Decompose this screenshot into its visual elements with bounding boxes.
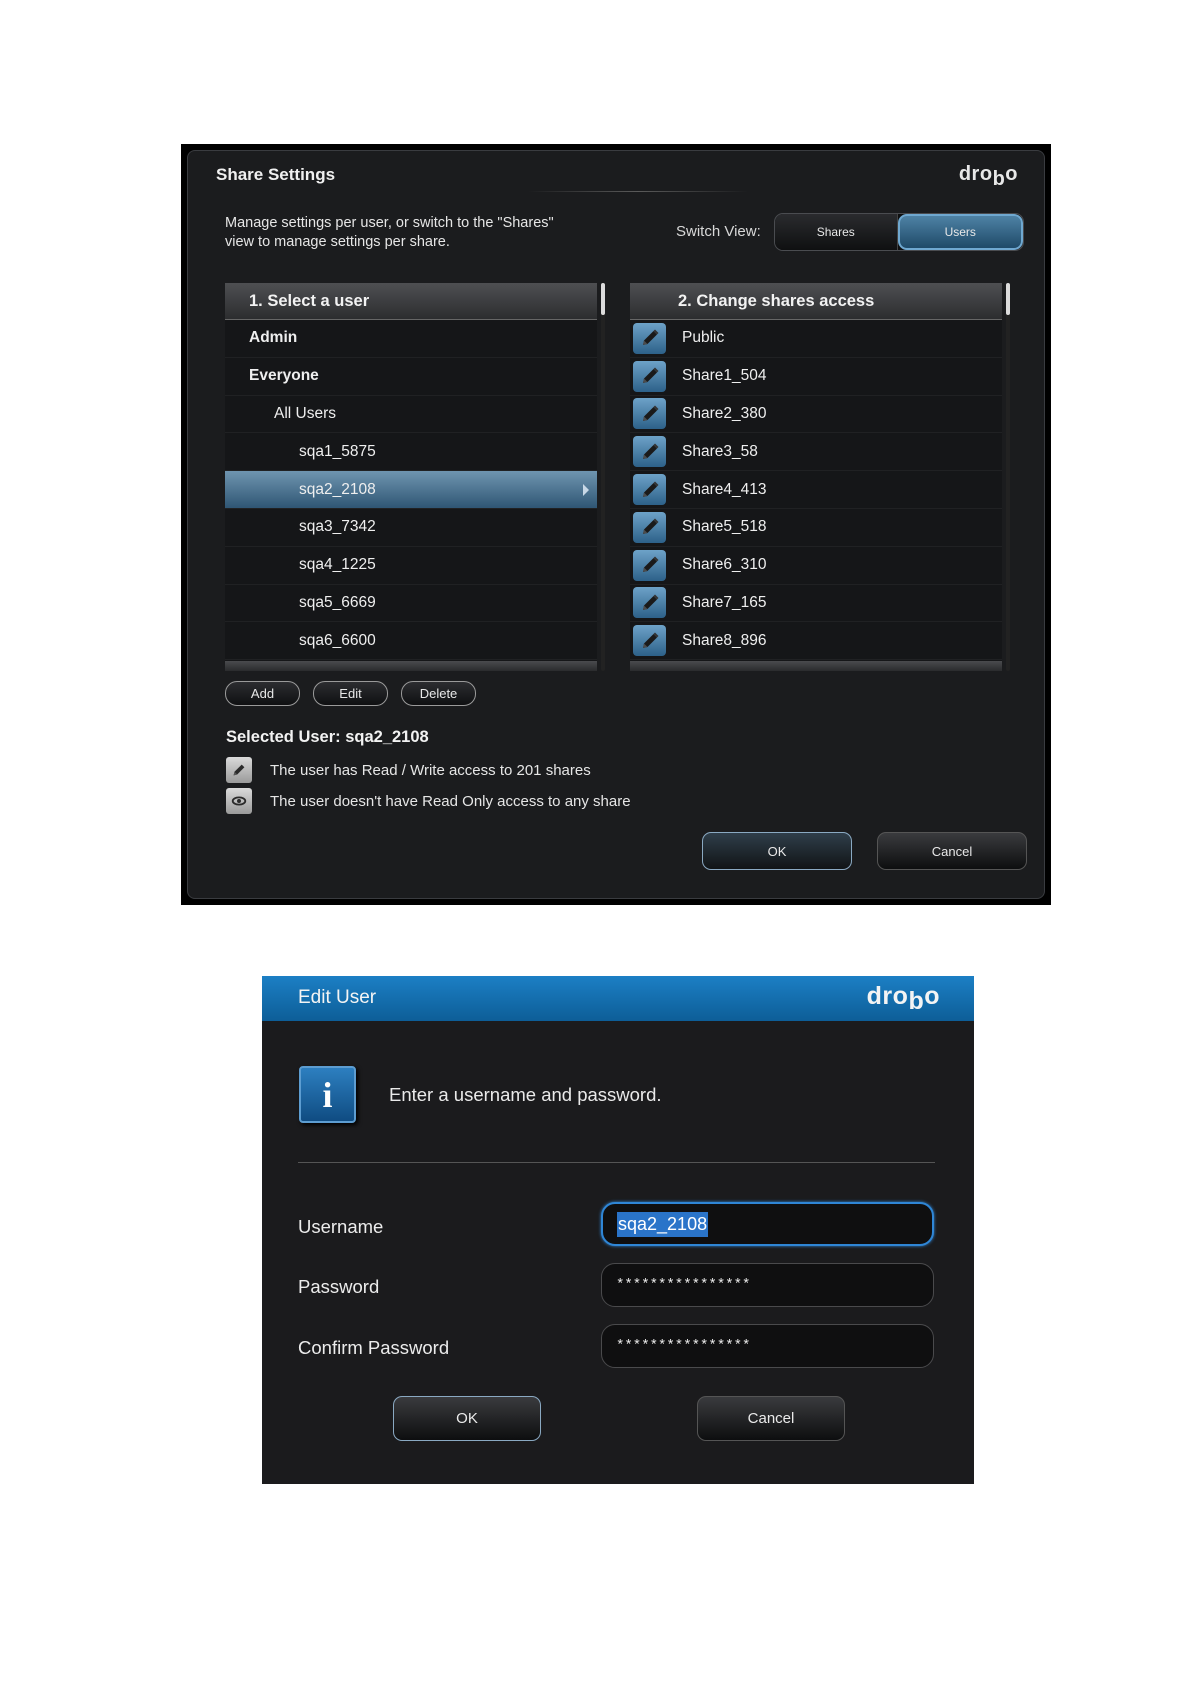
shares-list-scrollbar-thumb[interactable]: [1006, 283, 1010, 315]
username-value: sqa2_2108: [617, 1211, 709, 1237]
ok-button[interactable]: OK: [702, 832, 852, 870]
users-view-button[interactable]: Users: [897, 214, 1023, 250]
user-list-header: 1. Select a user: [225, 283, 597, 320]
share-row-label: Share1_504: [682, 367, 767, 385]
shares-list-footer: [630, 661, 1002, 671]
confirm-password-input[interactable]: ****************: [601, 1324, 934, 1368]
edit-user-dialog: Edit User drobo i Enter a username and p…: [262, 976, 974, 1484]
share-settings-window: Share Settings drobo Manage settings per…: [187, 150, 1045, 899]
password-value: ****************: [616, 1277, 751, 1293]
confirm-password-value: ****************: [616, 1338, 751, 1354]
pencil-icon[interactable]: [633, 436, 666, 468]
user-row[interactable]: sqa2_2108: [225, 471, 597, 509]
user-row-label: sqa3_7342: [299, 518, 376, 536]
pencil-icon[interactable]: [633, 511, 666, 543]
user-list-scrollbar-thumb[interactable]: [601, 283, 605, 315]
share-row-label: Public: [682, 329, 725, 347]
switch-view-label: Switch View:: [676, 223, 761, 240]
pencil-icon[interactable]: [633, 549, 666, 581]
username-input[interactable]: sqa2_2108: [601, 1202, 934, 1246]
shares-view-button[interactable]: Shares: [775, 214, 898, 250]
edit-user-title: Edit User: [298, 987, 377, 1008]
confirm-password-label: Confirm Password: [298, 1337, 450, 1358]
info-icon: i: [299, 1066, 356, 1123]
pencil-icon[interactable]: [633, 322, 666, 354]
share-row-label: Share4_413: [682, 480, 767, 498]
share-row: Share4_413: [630, 471, 1002, 509]
cancel-button[interactable]: Cancel: [877, 832, 1027, 870]
edit-user-button[interactable]: Edit: [313, 681, 388, 706]
title-divider: [528, 191, 748, 192]
delete-user-button[interactable]: Delete: [401, 681, 476, 706]
legend-read-write: The user has Read / Write access to 201 …: [226, 757, 591, 783]
user-row[interactable]: sqa6_6600: [225, 622, 597, 661]
share-row-label: Share7_165: [682, 593, 767, 611]
drobo-logo: drobo: [866, 982, 940, 1015]
share-row: Share3_58: [630, 433, 1002, 472]
share-row-label: Share8_896: [682, 631, 767, 649]
user-row[interactable]: Admin: [225, 320, 597, 358]
shares-access-panel: 2. Change shares access Public Share1_504…: [630, 283, 1002, 671]
user-row[interactable]: All Users: [225, 396, 597, 434]
legend-read-only: The user doesn't have Read Only access t…: [226, 788, 631, 814]
pencil-icon[interactable]: [633, 587, 666, 619]
user-row[interactable]: sqa4_1225: [225, 547, 597, 585]
legend-read-write-text: The user has Read / Write access to 201 …: [270, 761, 591, 779]
divider: [298, 1162, 935, 1163]
user-row-label: sqa2_2108: [299, 480, 376, 498]
user-row[interactable]: Everyone: [225, 358, 597, 396]
pencil-icon[interactable]: [633, 398, 666, 430]
share-row: Share2_380: [630, 396, 1002, 434]
share-row: Share7_165: [630, 585, 1002, 623]
shares-list-scrollbar-track[interactable]: [1006, 283, 1010, 671]
user-list-panel: 1. Select a user Admin Everyone All Users s…: [225, 283, 597, 671]
user-row-label: sqa6_6600: [299, 631, 376, 649]
shares-access-header: 2. Change shares access: [630, 283, 1002, 320]
user-row[interactable]: sqa1_5875: [225, 433, 597, 472]
user-list: Admin Everyone All Users sqa1_5875 sqa2_2108…: [225, 320, 597, 661]
user-row-label: sqa5_6669: [299, 593, 376, 611]
instructions-text: Manage settings per user, or switch to t…: [225, 215, 554, 250]
selected-user-label: Selected User: sqa2_2108: [226, 728, 429, 746]
share-row: Share5_518: [630, 509, 1002, 547]
edit-ok-button[interactable]: OK: [393, 1396, 541, 1441]
user-row-label: Admin: [249, 329, 298, 347]
eye-icon: [226, 788, 252, 814]
edit-user-message: Enter a username and password.: [389, 1084, 662, 1105]
user-row[interactable]: sqa5_6669: [225, 585, 597, 623]
pencil-icon[interactable]: [633, 625, 666, 657]
switch-view-toggle: Shares Users: [774, 213, 1024, 251]
password-input[interactable]: ****************: [601, 1263, 934, 1307]
password-label: Password: [298, 1276, 380, 1297]
pencil-icon[interactable]: [633, 474, 666, 506]
user-list-scrollbar-track[interactable]: [601, 283, 605, 671]
share-row: Share6_310: [630, 547, 1002, 585]
user-row-label: sqa1_5875: [299, 442, 376, 460]
share-row: Share8_896: [630, 622, 1002, 661]
share-row-label: Share3_58: [682, 442, 758, 460]
add-user-button[interactable]: Add: [225, 681, 300, 706]
edit-user-title-bar: Edit User drobo: [262, 976, 974, 1021]
chevron-right-icon: [583, 483, 589, 496]
user-row-label: All Users: [274, 404, 337, 422]
user-list-footer: [225, 661, 597, 671]
share-row-label: Share6_310: [682, 556, 767, 574]
share-row: Share1_504: [630, 358, 1002, 396]
share-row-label: Share5_518: [682, 518, 767, 536]
shares-list: Public Share1_504 Share2_380 Share3_58 Share…: [630, 320, 1002, 661]
share-row: Public: [630, 320, 1002, 358]
user-row-label: Everyone: [249, 367, 319, 385]
pencil-icon: [226, 757, 252, 783]
share-settings-dialog: Share Settings drobo Manage settings per…: [181, 144, 1051, 905]
username-label: Username: [298, 1216, 384, 1237]
user-row-label: sqa4_1225: [299, 556, 376, 574]
pencil-icon[interactable]: [633, 360, 666, 392]
legend-read-only-text: The user doesn't have Read Only access t…: [270, 792, 631, 810]
edit-cancel-button[interactable]: Cancel: [697, 1396, 845, 1441]
dialog-title: Share Settings: [216, 165, 336, 184]
share-row-label: Share2_380: [682, 404, 767, 422]
drobo-logo: drobo: [958, 163, 1018, 190]
user-row[interactable]: sqa3_7342: [225, 509, 597, 547]
